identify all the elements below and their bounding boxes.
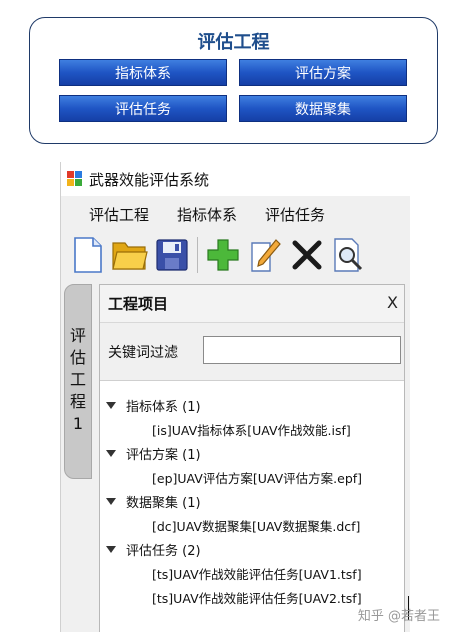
- open-folder-icon: [112, 242, 148, 270]
- filter-row: 关键词过滤: [100, 323, 404, 381]
- side-tab-char: 1: [72, 414, 84, 433]
- save-icon: [156, 239, 188, 271]
- tree-item[interactable]: [dc]UAV数据聚集[UAV数据聚集.dcf]: [100, 513, 404, 537]
- new-file-icon: [74, 237, 102, 273]
- tree-group-data-collection[interactable]: 数据聚集 (1): [100, 489, 404, 513]
- menu-evaluation-project[interactable]: 评估工程: [89, 204, 149, 225]
- diagram-box-evaluation-task: 评估任务: [59, 95, 227, 122]
- toolbar-separator: [197, 237, 198, 273]
- delete-icon: [292, 240, 322, 270]
- delete-button[interactable]: [288, 235, 326, 275]
- diagram-box-data-collection: 数据聚集: [239, 95, 407, 122]
- caret-down-icon[interactable]: [106, 401, 116, 409]
- app-icon: [67, 171, 83, 187]
- keyword-filter-input[interactable]: [203, 336, 401, 364]
- diagram-box-evaluation-plan: 评估方案: [239, 59, 407, 86]
- project-tree: 指标体系 (1) [is]UAV指标体系[UAV作战效能.isf] 评估方案 (…: [100, 393, 404, 609]
- open-button[interactable]: [111, 235, 149, 275]
- side-tab-evaluation-project-1[interactable]: 评 估 工 程 1: [64, 284, 92, 479]
- tree-group-evaluation-task[interactable]: 评估任务 (2): [100, 537, 404, 561]
- menu-bar: 评估工程 指标体系 评估任务: [61, 196, 410, 232]
- close-icon[interactable]: X: [387, 293, 398, 312]
- tree-group-evaluation-plan[interactable]: 评估方案 (1): [100, 441, 404, 465]
- diagram-title: 评估工程: [197, 32, 270, 53]
- tree-group-label: 评估任务 (2): [126, 543, 201, 559]
- toolbar: [61, 232, 410, 278]
- tree-item[interactable]: [ts]UAV作战效能评估任务[UAV1.tsf]: [100, 561, 404, 585]
- title-bar: 武器效能评估系统: [61, 162, 410, 196]
- tree-group-label: 指标体系 (1): [126, 399, 201, 415]
- caret-down-icon[interactable]: [106, 545, 116, 553]
- project-panel: 工程项目 X 关键词过滤 指标体系 (1) [is]UAV指标体系[UAV作战效…: [99, 284, 405, 632]
- side-tab-char: 评: [69, 326, 86, 345]
- side-tab-char: 程: [69, 392, 86, 411]
- concept-diagram: 评估工程 指标体系 评估方案 评估任务 数据聚集: [29, 17, 438, 144]
- filter-label: 关键词过滤: [108, 344, 178, 361]
- app-window: 武器效能评估系统 评估工程 指标体系 评估任务 评 估 工 程 1 工程项目 X…: [60, 162, 410, 632]
- side-tab-char: 工: [69, 370, 86, 389]
- tree-item[interactable]: [is]UAV指标体系[UAV作战效能.isf]: [100, 417, 404, 441]
- tree-group-label: 数据聚集 (1): [126, 495, 201, 511]
- panel-header: 工程项目 X: [100, 285, 404, 323]
- caret-down-icon[interactable]: [106, 497, 116, 505]
- add-button[interactable]: [204, 235, 242, 275]
- tree-item[interactable]: [ep]UAV评估方案[UAV评估方案.epf]: [100, 465, 404, 489]
- add-icon: [207, 239, 239, 271]
- edit-button[interactable]: [246, 235, 284, 275]
- menu-evaluation-task[interactable]: 评估任务: [265, 204, 325, 225]
- edit-icon: [251, 239, 281, 272]
- caret-down-icon[interactable]: [106, 449, 116, 457]
- menu-index-system[interactable]: 指标体系: [177, 204, 237, 225]
- side-tab-char: 估: [69, 348, 86, 367]
- search-icon: [334, 238, 363, 272]
- preview-button[interactable]: [330, 235, 368, 275]
- panel-title: 工程项目: [108, 295, 169, 313]
- tree-group-label: 评估方案 (1): [126, 447, 201, 463]
- window-title: 武器效能评估系统: [89, 170, 210, 189]
- tree-group-index-system[interactable]: 指标体系 (1): [100, 393, 404, 417]
- new-button[interactable]: [69, 235, 107, 275]
- watermark: 知乎 @若者王: [357, 609, 440, 624]
- save-button[interactable]: [153, 235, 191, 275]
- diagram-box-index-system: 指标体系: [59, 59, 227, 86]
